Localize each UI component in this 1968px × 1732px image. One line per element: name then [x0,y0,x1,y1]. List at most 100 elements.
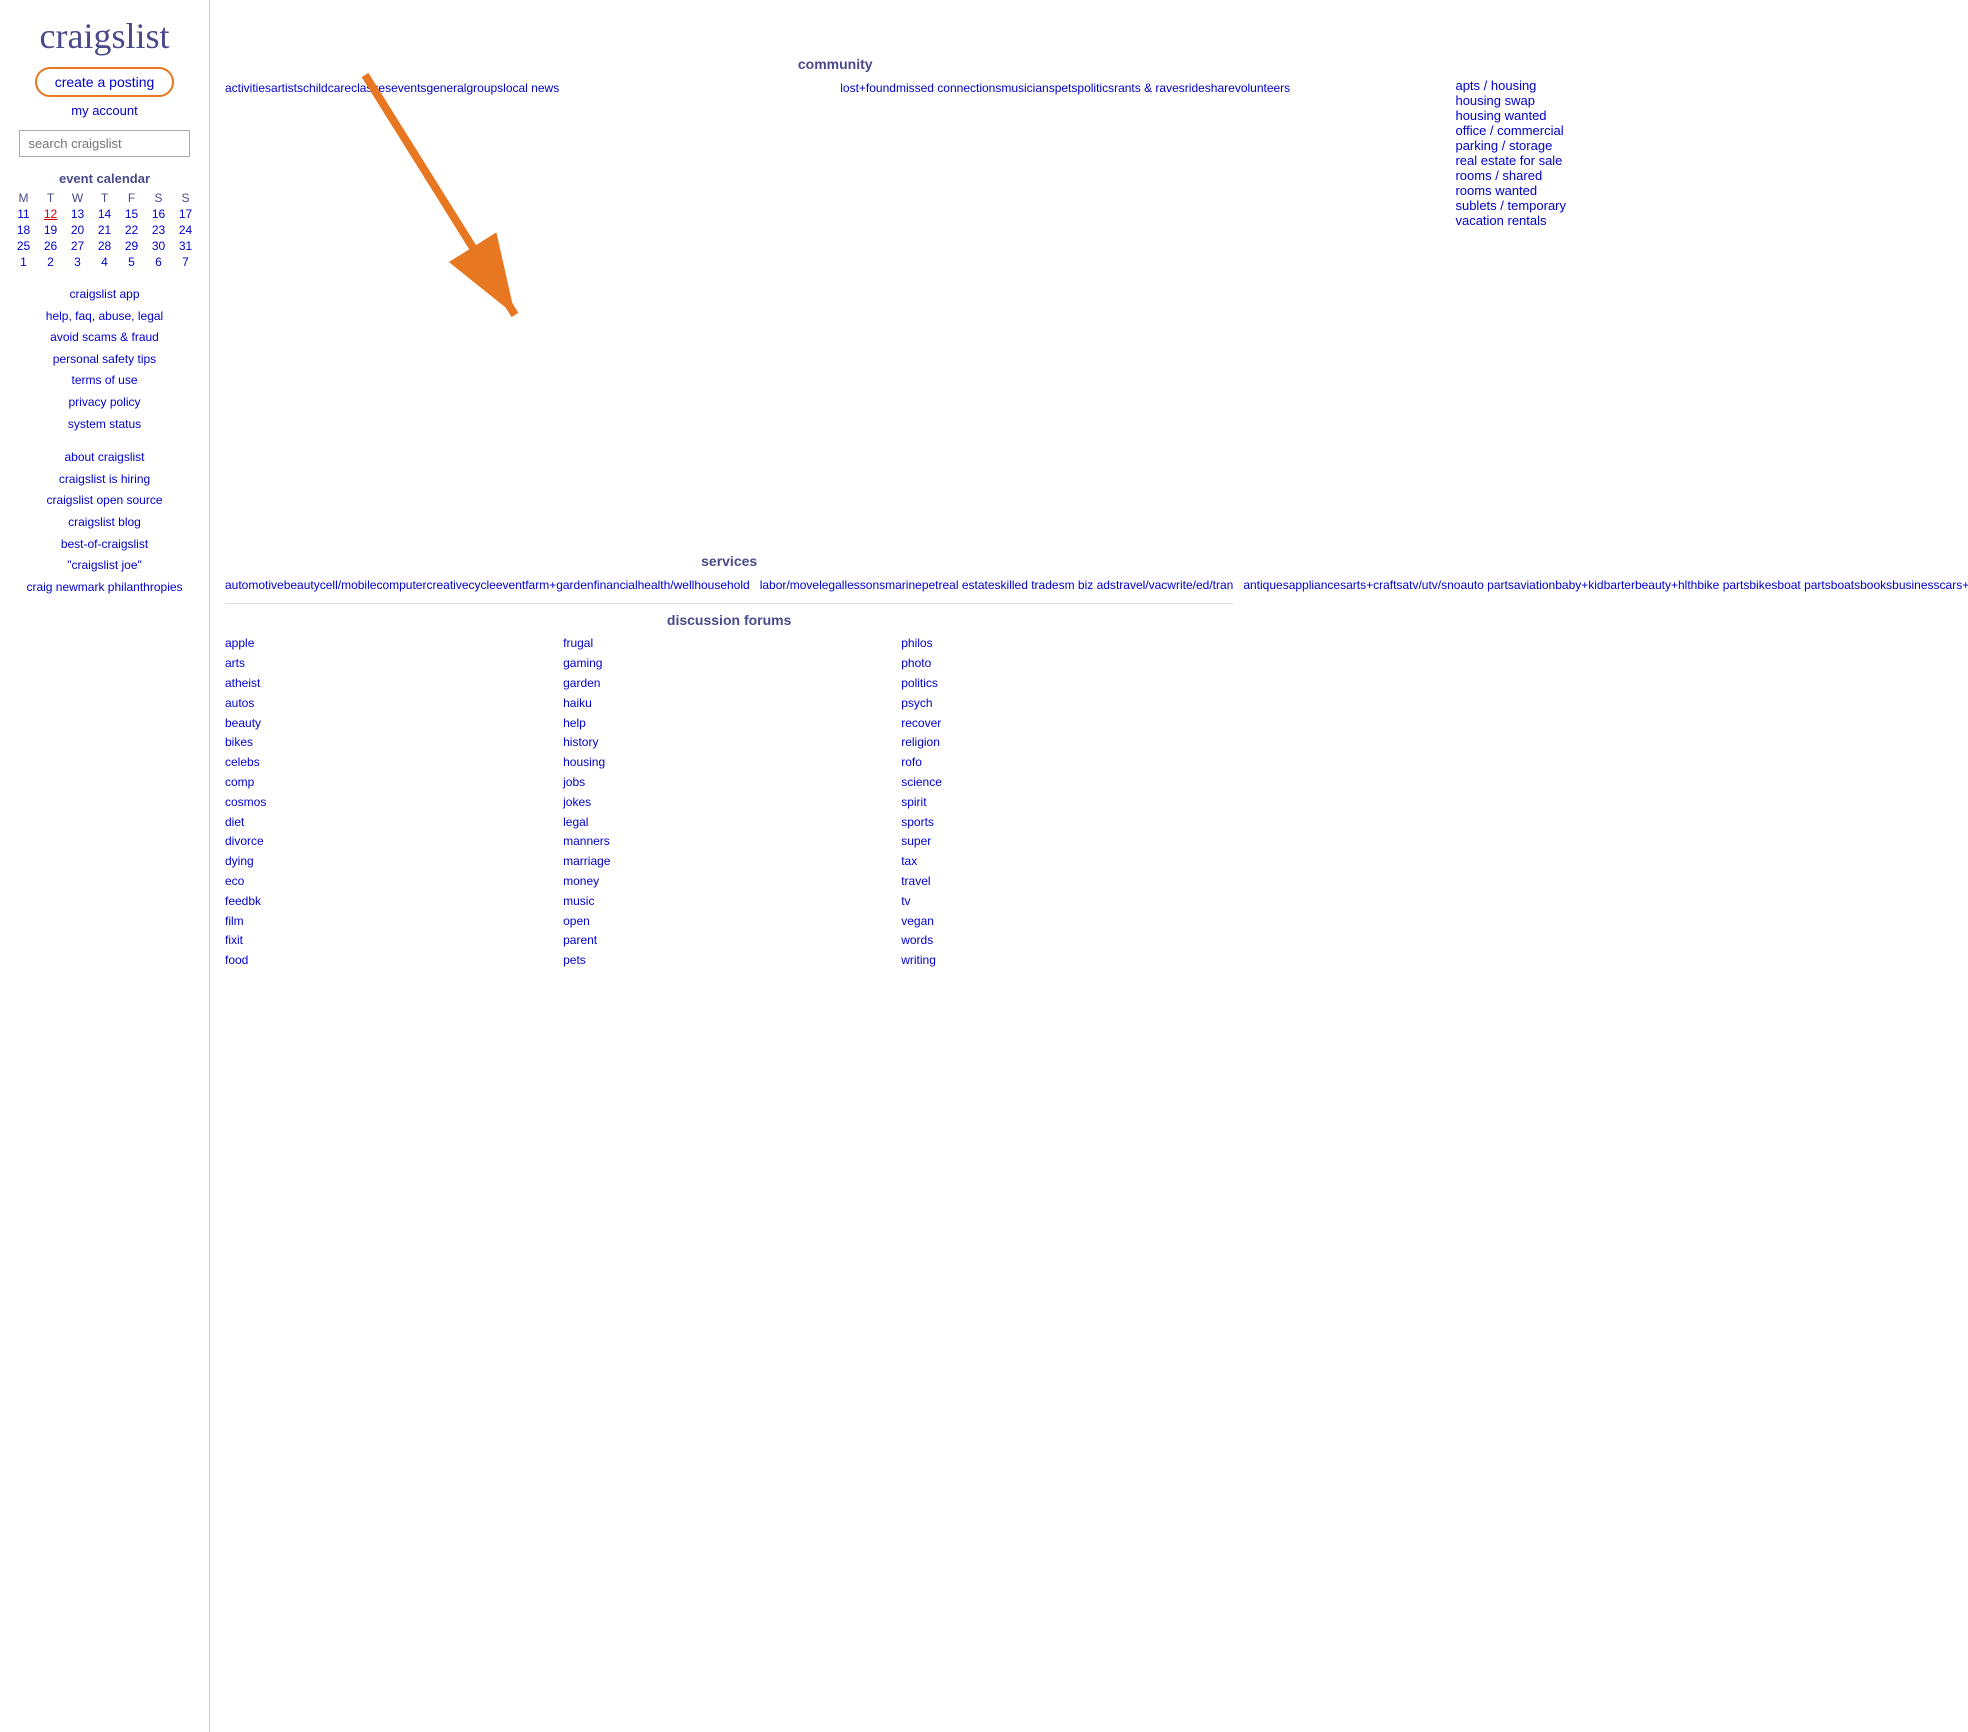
calendar-day[interactable]: 19 [37,222,64,238]
calendar-day[interactable]: 16 [145,206,172,222]
sidebar-link[interactable]: craigslist open source [10,490,199,512]
sidebar-link[interactable]: terms of use [10,370,199,392]
forum-link[interactable]: marriage [563,852,895,872]
forsale-link[interactable]: atv/utv/sno [1402,578,1460,592]
forum-link[interactable]: science [901,773,1233,793]
community-link[interactable]: artists [271,81,303,95]
calendar-day[interactable]: 30 [145,238,172,254]
sidebar-link[interactable]: privacy policy [10,392,199,414]
forum-link[interactable]: cosmos [225,793,557,813]
calendar-day[interactable]: 13 [64,206,91,222]
forum-link[interactable]: politics [901,674,1233,694]
services-link[interactable]: skilled trade [995,578,1059,592]
community-link[interactable]: missed connections [896,81,1001,95]
forsale-link[interactable]: auto parts [1460,578,1513,592]
services-link[interactable]: beauty [284,578,320,592]
forum-link[interactable]: eco [225,872,557,892]
forum-link[interactable]: bikes [225,733,557,753]
housing-link[interactable]: parking / storage [1455,138,1968,153]
calendar-day[interactable]: 24 [172,222,199,238]
forum-link[interactable]: religion [901,733,1233,753]
housing-link[interactable]: apts / housing [1455,78,1968,93]
calendar-day[interactable]: 28 [91,238,118,254]
services-link[interactable]: computer [376,578,426,592]
calendar-day[interactable]: 20 [64,222,91,238]
forum-link[interactable]: dying [225,852,557,872]
forsale-link[interactable]: appliances [1289,578,1346,592]
forum-link[interactable]: spirit [901,793,1233,813]
calendar-day[interactable]: 31 [172,238,199,254]
calendar-day[interactable]: 2 [37,254,64,270]
sidebar-link[interactable]: best-of-craigslist [10,534,199,556]
services-link[interactable]: legal [819,578,844,592]
sidebar-link[interactable]: personal safety tips [10,349,199,371]
forum-link[interactable]: film [225,912,557,932]
community-link[interactable]: rants & raves [1114,81,1185,95]
sidebar-link[interactable]: craigslist is hiring [10,469,199,491]
my-account-link[interactable]: my account [10,103,199,118]
forum-link[interactable]: garden [563,674,895,694]
housing-link[interactable]: vacation rentals [1455,213,1968,228]
forsale-link[interactable]: barter [1604,578,1635,592]
community-link[interactable]: activities [225,81,271,95]
forum-link[interactable]: housing [563,753,895,773]
housing-link[interactable]: sublets / temporary [1455,198,1968,213]
forsale-link[interactable]: boat parts [1777,578,1830,592]
services-link[interactable]: health/well [638,578,695,592]
calendar-day[interactable]: 14 [91,206,118,222]
sidebar-link[interactable]: "craigslist joe" [10,555,199,577]
calendar-day[interactable]: 15 [118,206,145,222]
forum-link[interactable]: arts [225,654,557,674]
services-link[interactable]: farm+garden [525,578,593,592]
sidebar-link[interactable]: help, faq, abuse, legal [10,306,199,328]
community-link[interactable]: musicians [1001,81,1054,95]
calendar-day[interactable]: 22 [118,222,145,238]
community-link[interactable]: childcare [303,81,351,95]
forum-link[interactable]: tv [901,892,1233,912]
community-link[interactable]: pets [1055,81,1078,95]
forum-link[interactable]: comp [225,773,557,793]
forum-link[interactable]: help [563,714,895,734]
calendar-day[interactable]: 1 [10,254,37,270]
calendar-day[interactable]: 29 [118,238,145,254]
calendar-day[interactable]: 27 [64,238,91,254]
forum-link[interactable]: food [225,951,557,971]
community-link[interactable]: politics [1077,81,1114,95]
forum-link[interactable]: words [901,931,1233,951]
create-posting-button[interactable]: create a posting [35,67,175,97]
calendar-day[interactable]: 26 [37,238,64,254]
forum-link[interactable]: writing [901,951,1233,971]
sidebar-link[interactable]: craig newmark philanthropies [10,577,199,599]
forum-link[interactable]: legal [563,813,895,833]
forum-link[interactable]: atheist [225,674,557,694]
services-link[interactable]: sm biz ads [1059,578,1116,592]
services-link[interactable]: cell/mobile [320,578,377,592]
forsale-link[interactable]: arts+crafts [1346,578,1402,592]
community-link[interactable]: lost+found [840,81,896,95]
sidebar-link[interactable]: system status [10,414,199,436]
services-link[interactable]: pet [922,578,939,592]
forsale-link[interactable]: business [1892,578,1939,592]
forum-link[interactable]: open [563,912,895,932]
forum-link[interactable]: vegan [901,912,1233,932]
sidebar-link[interactable]: craigslist app [10,284,199,306]
forum-link[interactable]: parent [563,931,895,951]
services-link[interactable]: automotive [225,578,284,592]
services-link[interactable]: event [496,578,525,592]
forum-link[interactable]: rofo [901,753,1233,773]
forum-link[interactable]: history [563,733,895,753]
forum-link[interactable]: manners [563,832,895,852]
forum-link[interactable]: beauty [225,714,557,734]
community-link[interactable]: local news [503,81,559,95]
services-link[interactable]: cycle [469,578,496,592]
forum-link[interactable]: autos [225,694,557,714]
forsale-link[interactable]: bike parts [1697,578,1749,592]
services-link[interactable]: labor/move [760,578,819,592]
calendar-day[interactable]: 3 [64,254,91,270]
forsale-link[interactable]: aviation [1514,578,1555,592]
calendar-day[interactable]: 11 [10,206,37,222]
forum-link[interactable]: jobs [563,773,895,793]
forum-link[interactable]: celebs [225,753,557,773]
forsale-link[interactable]: beauty+hlth [1635,578,1697,592]
services-link[interactable]: real estate [939,578,995,592]
